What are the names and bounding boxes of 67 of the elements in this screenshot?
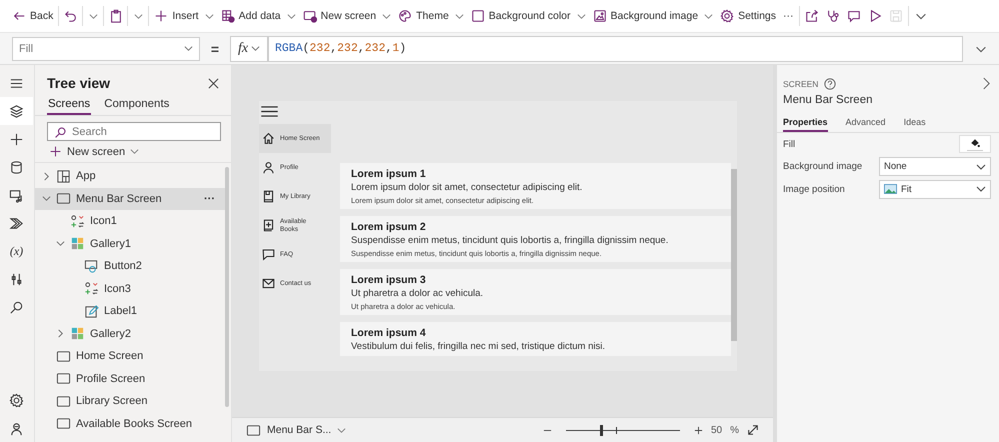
tree-item[interactable]: Button2	[35, 255, 225, 278]
rail-tab[interactable]: (x)	[0, 237, 33, 265]
tree-item-label: Profile Screen	[76, 372, 146, 385]
property-label: Fill	[783, 138, 796, 150]
property-dropdown[interactable]: None	[879, 157, 991, 176]
tree-item-label: Gallery2	[90, 328, 132, 340]
tree-item-label: Icon1	[90, 215, 118, 228]
card-title: Lorem ipsum 3	[351, 274, 427, 286]
card-subtitle: Suspendisse enim metus, tincidunt quis lobortis a, fringilla dignissim neque.	[351, 235, 670, 246]
card-subtitle: Ut pharetra a dolor ac vehicula.	[351, 288, 484, 299]
tree-item-label: Menu Bar Screen	[76, 192, 163, 205]
control-name: Menu Bar Screen	[783, 94, 874, 106]
properties-tab[interactable]: Advanced	[846, 114, 886, 132]
tree-item-label: Library Screen	[76, 395, 149, 408]
tree-item[interactable]: Available Books Screen	[35, 412, 225, 435]
tree-item-label: Available Books Screen	[76, 418, 193, 430]
more-options-button[interactable]: ···	[204, 192, 225, 205]
properties-tab[interactable]: Ideas	[904, 114, 926, 132]
tree-item-label: Icon3	[104, 282, 132, 295]
tree-item[interactable]: Icon3	[35, 278, 225, 300]
panel-tab[interactable]: Screens	[47, 97, 92, 115]
property-label: Background image	[783, 161, 862, 172]
more-button[interactable]: ···	[781, 7, 796, 25]
new-screen-button[interactable]: New screen	[35, 141, 231, 163]
panel-title: Tree view	[47, 75, 110, 91]
tree-item[interactable]: Home Screen	[35, 345, 225, 368]
card-title: Lorem ipsum 4	[351, 327, 427, 339]
tree-item[interactable]: Menu Bar Screen ···	[35, 188, 225, 210]
bg-image-button[interactable]: Background image	[590, 6, 716, 26]
search-field[interactable]: Search	[47, 122, 221, 141]
tree-item-label: App	[76, 170, 97, 182]
tree-item-label: Home Screen	[76, 350, 144, 362]
tree-item-label: Button2	[104, 260, 143, 272]
new-screen-button[interactable]: New screen	[300, 6, 394, 26]
screen-picker[interactable]: Menu Bar S...	[246, 422, 346, 438]
tree-item[interactable]: Label1	[35, 300, 225, 322]
zoom-unit: %	[730, 424, 739, 436]
fx-button[interactable]: fx	[230, 36, 268, 62]
card-subtitle: Vestibulum dui felis, fringilla nec mi sed, tristique dictum nisi.	[351, 341, 606, 352]
tree-item[interactable]: Icon1	[35, 210, 225, 232]
variables-icon: (x)	[10, 244, 24, 258]
property-label: Image position	[783, 184, 845, 195]
theme-button[interactable]: Theme	[396, 6, 466, 26]
tree-item[interactable]: App	[35, 165, 225, 188]
properties-tab[interactable]: Properties	[783, 114, 828, 132]
equals-sign: =	[210, 40, 220, 56]
tree-item[interactable]: Gallery1	[35, 232, 225, 255]
tree-item-label: Gallery1	[90, 238, 132, 250]
card-subtitle: Lorem ipsum dolor sit amet, consectetur adipiscing elit.	[351, 182, 584, 193]
insert-button[interactable]: Insert	[152, 6, 216, 26]
control-type: SCREEN	[783, 78, 818, 88]
bg-color-button[interactable]: Background color	[468, 6, 588, 26]
panel-tab[interactable]: Components	[103, 97, 170, 115]
tree-item[interactable]: Library Screen	[35, 390, 225, 412]
tree-item-label: Label1	[104, 305, 138, 318]
property-dropdown[interactable]: Fit	[879, 180, 991, 199]
tree-item[interactable]: Profile Screen	[35, 368, 225, 390]
settings-button[interactable]: Settings	[718, 6, 778, 26]
card-title: Lorem ipsum 2	[351, 221, 427, 233]
property-dropdown[interactable]: Fill	[12, 36, 200, 60]
add-data-button[interactable]: Add data	[218, 6, 298, 26]
card-title: Lorem ipsum 1	[351, 168, 427, 180]
formula-field[interactable]: RGBA(232,232,232,1)	[268, 36, 963, 62]
back-button[interactable]: Back	[10, 6, 56, 26]
gallery-card[interactable]: Lorem ipsum 4 Vestibulum dui felis, fringilla nec mi sed, tristique dictum nisi.	[340, 322, 731, 356]
zoom-value: 50	[710, 424, 722, 436]
tree-item[interactable]: Gallery2	[35, 322, 225, 345]
